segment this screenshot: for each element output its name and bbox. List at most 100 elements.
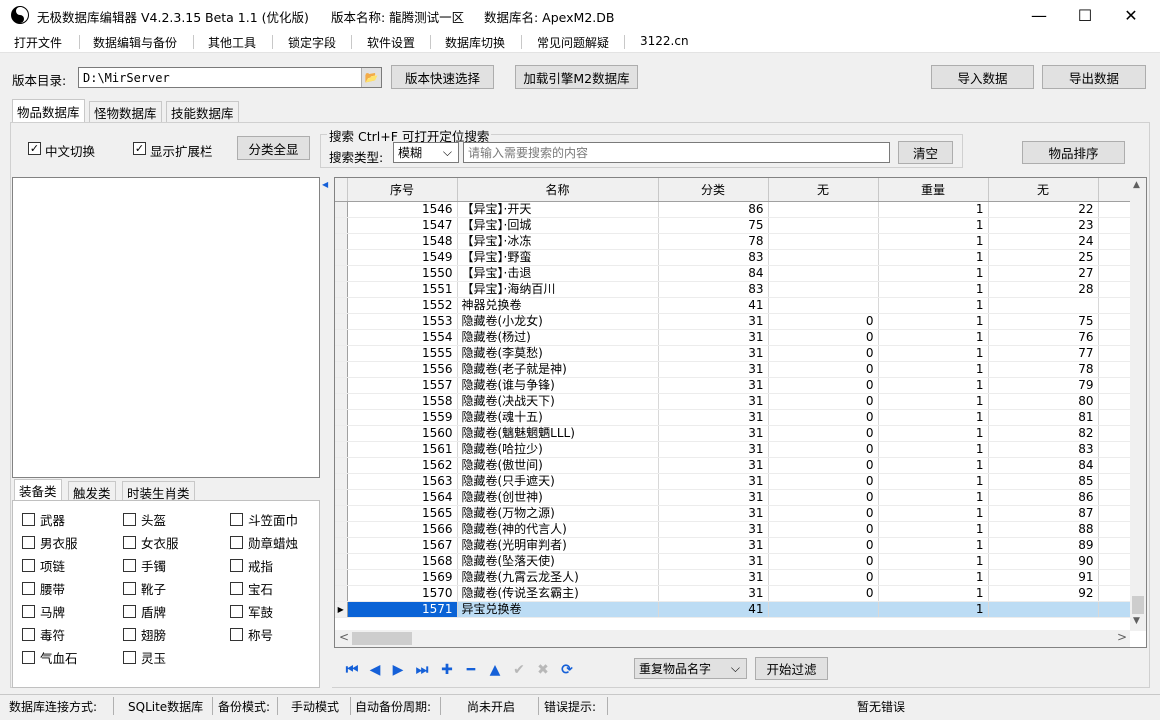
table-cell[interactable]: 1550 [347,265,458,282]
category-checkbox[interactable] [230,628,243,641]
tab-equipment[interactable]: 装备类 [14,479,62,501]
table-cell[interactable]: 1 [878,601,989,618]
category-item[interactable]: 灵玉 [123,648,166,667]
table-cell[interactable] [768,601,879,618]
category-item[interactable]: 称号 [230,625,273,644]
scroll-right-icon[interactable]: > [1117,630,1127,644]
tab-monster-db[interactable]: 怪物数据库 [89,101,162,122]
table-row[interactable]: 1557 隐藏卷(谁与争锋) 31 0 1 79 [335,377,1139,394]
menu-lock-fields[interactable]: 锁定字段 [288,34,336,51]
table-cell[interactable] [768,265,879,282]
table-cell[interactable]: 0 [768,345,879,362]
table-cell[interactable]: 隐藏卷(魑魅魍魉LLL) [457,425,659,442]
table-cell[interactable]: 1 [878,393,989,410]
table-cell[interactable]: 1 [878,521,989,538]
table-row[interactable]: 1561 隐藏卷(哈拉少) 31 0 1 83 [335,441,1139,458]
table-cell[interactable]: 0 [768,313,879,330]
folder-browse-icon[interactable]: 📂 [361,68,381,87]
table-cell[interactable]: 隐藏卷(只手遮天) [457,473,659,490]
minimize-button[interactable]: — [1016,0,1062,31]
table-cell[interactable]: 隐藏卷(小龙女) [457,313,659,330]
table-row[interactable]: 1552 神器兑换卷 41 1 [335,297,1139,314]
table-cell[interactable]: 隐藏卷(老子就是神) [457,361,659,378]
table-cell[interactable]: 隐藏卷(创世神) [457,489,659,506]
table-row[interactable]: 1562 隐藏卷(傲世间) 31 0 1 84 [335,457,1139,474]
table-cell[interactable]: 神器兑换卷 [457,297,659,314]
category-checkbox[interactable] [22,536,35,549]
table-row[interactable]: 1555 隐藏卷(李莫愁) 31 0 1 77 [335,345,1139,362]
table-cell[interactable]: 31 [658,505,769,522]
table-cell[interactable]: 隐藏卷(万物之源) [457,505,659,522]
header-none-2[interactable]: 无 [988,178,1099,202]
table-cell[interactable]: 1570 [347,585,458,602]
menu-website[interactable]: 3122.cn [640,34,689,48]
nav-add-icon[interactable]: ✚ [437,660,457,680]
table-cell[interactable]: 1546 [347,201,458,218]
category-checkbox[interactable] [123,559,136,572]
category-checkbox[interactable] [22,605,35,618]
header-none-1[interactable]: 无 [768,178,879,202]
table-cell[interactable]: 86 [658,201,769,218]
category-checkbox[interactable] [123,536,136,549]
table-cell[interactable]: 隐藏卷(九霄云龙圣人) [457,569,659,586]
table-cell[interactable]: 1 [878,281,989,298]
table-cell[interactable]: 78 [988,361,1099,378]
table-cell[interactable]: 1562 [347,457,458,474]
category-checkbox[interactable] [22,582,35,595]
row-indicator[interactable] [335,217,348,234]
table-cell[interactable]: 1 [878,265,989,282]
vertical-scrollbar[interactable]: ▲ ▼ [1130,178,1146,631]
row-indicator[interactable] [335,537,348,554]
table-cell[interactable]: 75 [658,217,769,234]
table-cell[interactable]: 0 [768,585,879,602]
table-cell[interactable]: 0 [768,441,879,458]
table-cell[interactable]: 1 [878,457,989,474]
table-cell[interactable]: 1555 [347,345,458,362]
row-indicator[interactable] [335,393,348,410]
table-row[interactable]: 1564 隐藏卷(创世神) 31 0 1 86 [335,489,1139,506]
table-cell[interactable]: 23 [988,217,1099,234]
table-cell[interactable]: 1554 [347,329,458,346]
table-cell[interactable]: 88 [988,521,1099,538]
search-type-select[interactable]: 模糊 ⌵ [393,142,459,163]
header-name[interactable]: 名称 [457,178,659,202]
tab-fashion-zodiac[interactable]: 时装生肖类 [122,481,195,502]
table-cell[interactable]: 0 [768,377,879,394]
table-cell[interactable]: 0 [768,569,879,586]
table-cell[interactable]: 0 [768,521,879,538]
category-item[interactable]: 女衣服 [123,533,179,552]
table-cell[interactable]: 31 [658,521,769,538]
row-indicator[interactable] [335,345,348,362]
export-data-button[interactable]: 导出数据 [1042,65,1146,89]
table-row[interactable]: 1569 隐藏卷(九霄云龙圣人) 31 0 1 91 [335,569,1139,586]
table-cell[interactable]: 1 [878,505,989,522]
nav-post-icon[interactable]: ✔ [509,660,529,680]
category-checkbox[interactable] [123,628,136,641]
table-row[interactable]: 1546 【异宝】·开天 86 1 22 [335,201,1139,218]
table-cell[interactable]: 1571 [347,601,458,618]
category-item[interactable]: 宝石 [230,579,273,598]
table-cell[interactable] [768,249,879,266]
table-cell[interactable]: 【异宝】·海纳百川 [457,281,659,298]
table-cell[interactable]: 31 [658,377,769,394]
table-cell[interactable]: 81 [988,409,1099,426]
category-checkbox[interactable] [123,651,136,664]
table-cell[interactable]: 0 [768,425,879,442]
row-indicator[interactable] [335,457,348,474]
table-cell[interactable]: 1 [878,489,989,506]
table-cell[interactable]: 84 [988,457,1099,474]
table-cell[interactable]: 31 [658,537,769,554]
table-cell[interactable]: 22 [988,201,1099,218]
nav-first-icon[interactable]: ⏮ [342,660,362,680]
horizontal-scrollbar[interactable]: < > [335,630,1130,647]
sort-items-button[interactable]: 物品排序 [1022,141,1125,164]
table-cell[interactable]: 31 [658,585,769,602]
table-cell[interactable]: 隐藏卷(杨过) [457,329,659,346]
table-cell[interactable]: 84 [658,265,769,282]
quick-select-button[interactable]: 版本快速选择 [391,65,494,89]
scroll-up-icon[interactable]: ▲ [1133,180,1140,190]
nav-delete-icon[interactable]: ━ [461,660,481,680]
table-cell[interactable]: 0 [768,473,879,490]
table-row[interactable]: 1558 隐藏卷(决战天下) 31 0 1 80 [335,393,1139,410]
nav-next-icon[interactable]: ▶ [388,660,408,680]
